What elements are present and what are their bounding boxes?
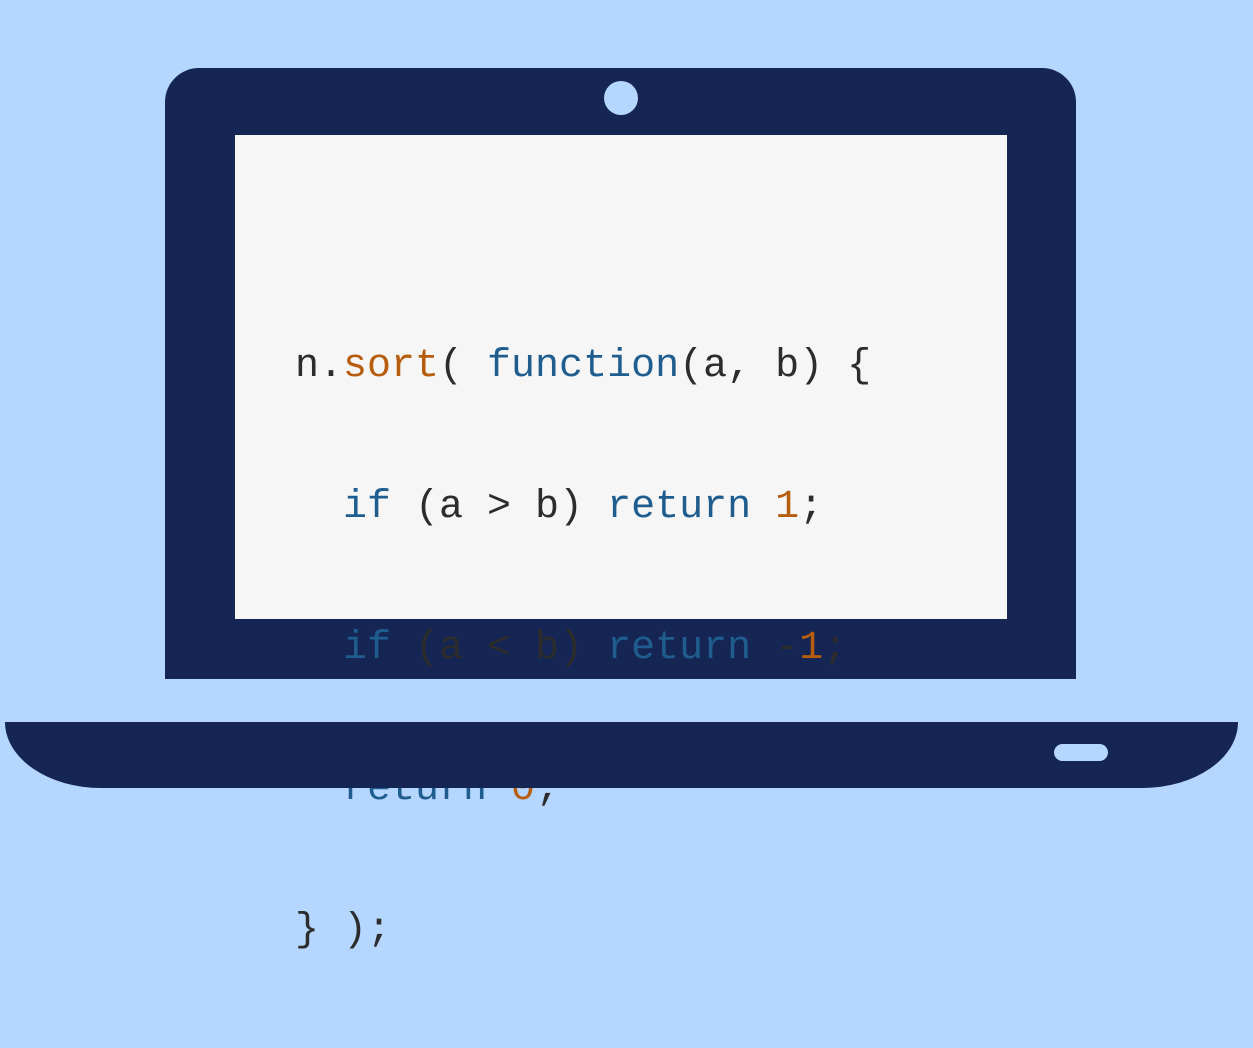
code-keyword: if xyxy=(343,626,392,671)
laptop-base xyxy=(5,722,1238,788)
code-keyword: function xyxy=(487,344,680,389)
code-block: n.sort( function(a, b) { if (a > b) retu… xyxy=(295,249,871,1048)
code-object: n. xyxy=(295,344,344,389)
code-line-5: } ); xyxy=(295,907,871,954)
code-paren: ( xyxy=(439,344,488,389)
code-keyword: return xyxy=(607,485,752,530)
code-number: 1 xyxy=(775,485,800,530)
code-keyword: if xyxy=(343,485,392,530)
code-closing: } ); xyxy=(295,908,392,953)
port-icon xyxy=(1054,744,1108,761)
code-params: (a, b) { xyxy=(679,344,872,389)
code-semicolon: ; xyxy=(823,626,848,671)
code-method: sort xyxy=(343,344,440,389)
code-minus: - xyxy=(751,626,800,671)
code-semicolon: ; xyxy=(799,485,824,530)
code-line-2: if (a > b) return 1; xyxy=(295,484,871,531)
camera-icon xyxy=(604,81,638,115)
code-line-3: if (a < b) return -1; xyxy=(295,625,871,672)
laptop-screen: n.sort( function(a, b) { if (a > b) retu… xyxy=(235,135,1007,953)
code-condition: (a > b) xyxy=(391,485,608,530)
code-condition: (a < b) xyxy=(391,626,608,671)
code-line-1: n.sort( function(a, b) { xyxy=(295,343,871,390)
code-keyword: return xyxy=(607,626,752,671)
code-number: 1 xyxy=(799,626,824,671)
